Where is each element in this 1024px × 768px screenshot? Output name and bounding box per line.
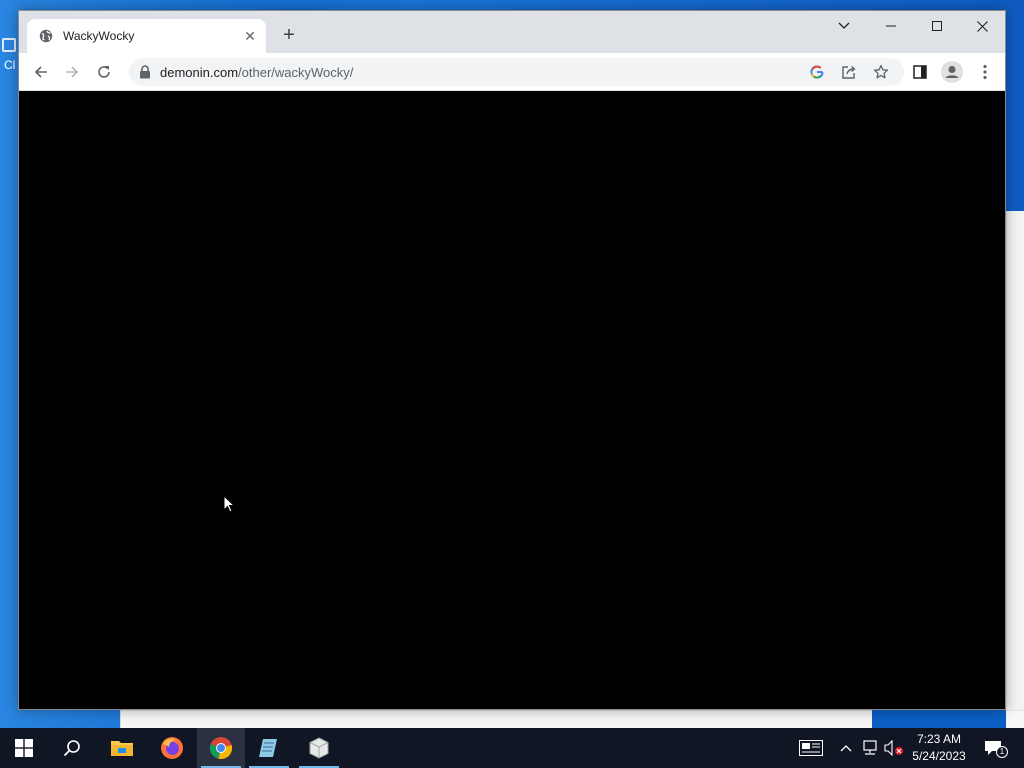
- reload-icon: [98, 66, 110, 78]
- start-icon: [15, 739, 33, 757]
- browser-titlebar[interactable]: WackyWocky ✕ +: [19, 11, 1005, 53]
- taskbar-firefox[interactable]: [148, 728, 196, 768]
- profile-icon: [941, 61, 963, 83]
- tab-close-icon[interactable]: ✕: [242, 28, 258, 44]
- network-icon: [863, 740, 877, 755]
- volume-muted-icon: [884, 740, 903, 756]
- taskbar: 7:23 AM 5/24/2023 1: [0, 728, 1024, 768]
- clock-time: 7:23 AM: [916, 732, 962, 746]
- file-explorer-icon: [111, 741, 133, 756]
- background-window-scrollbar[interactable]: [1006, 211, 1024, 728]
- side-panel-button[interactable]: [908, 60, 932, 84]
- close-icon: [976, 20, 988, 32]
- minimize-button[interactable]: [868, 11, 914, 41]
- url-path: /other/wackyWocky/: [238, 65, 354, 80]
- volume-tray-button[interactable]: [884, 738, 904, 758]
- desktop-shortcut-icon: [2, 38, 16, 52]
- taskbar-search-button[interactable]: [48, 728, 96, 768]
- profile-button[interactable]: [940, 60, 964, 84]
- show-hidden-icons-button[interactable]: [836, 738, 856, 758]
- new-tab-button[interactable]: +: [277, 24, 301, 48]
- globe-icon: [39, 29, 53, 43]
- menu-kebab-icon: [983, 64, 987, 80]
- forward-button[interactable]: [60, 60, 84, 84]
- lock-icon[interactable]: [139, 65, 151, 79]
- taskbar-package-app[interactable]: [295, 728, 343, 768]
- taskbar-notepad[interactable]: [245, 728, 293, 768]
- google-icon[interactable]: [807, 62, 827, 82]
- start-button[interactable]: [0, 728, 48, 768]
- minimize-icon: [886, 25, 896, 27]
- close-window-button[interactable]: [959, 11, 1005, 41]
- clock-date: 5/24/2023: [912, 749, 966, 763]
- reload-button[interactable]: [92, 60, 116, 84]
- chevron-down-icon: [838, 22, 850, 29]
- firefox-icon: [161, 737, 183, 759]
- network-tray-button[interactable]: [860, 738, 880, 758]
- package-icon: [309, 737, 329, 759]
- chevron-up-icon: [840, 745, 852, 752]
- url-host: demonin.com: [160, 65, 239, 80]
- browser-window[interactable]: WackyWocky ✕ + demonin.com/other/wackyWo…: [18, 10, 1006, 710]
- page-content-canvas[interactable]: [19, 91, 1005, 709]
- maximize-button[interactable]: [914, 11, 960, 41]
- forward-arrow-icon: [66, 66, 79, 78]
- chrome-icon: [209, 737, 233, 760]
- desktop-corner: [872, 710, 1006, 728]
- address-bar[interactable]: demonin.com/other/wackyWocky/: [129, 58, 904, 86]
- url-text[interactable]: demonin.com/other/wackyWocky/: [160, 65, 353, 80]
- tab-wackywocky[interactable]: WackyWocky ✕: [27, 19, 266, 53]
- share-icon[interactable]: [839, 62, 859, 82]
- side-panel-icon: [913, 65, 927, 79]
- maximize-icon: [932, 21, 942, 31]
- taskbar-file-explorer[interactable]: [98, 728, 146, 768]
- notepad-icon: [259, 739, 277, 757]
- desktop-icon-partial[interactable]: Cl: [0, 38, 18, 78]
- taskbar-clock[interactable]: 7:23 AM 5/24/2023: [906, 731, 972, 765]
- bookmark-star-icon[interactable]: [871, 62, 891, 82]
- back-button[interactable]: [29, 60, 53, 84]
- desktop-icon-label: Cl: [4, 58, 16, 72]
- mouse-cursor-icon: [223, 495, 235, 513]
- search-icon: [63, 740, 80, 757]
- taskbar-chrome[interactable]: [197, 728, 245, 768]
- browser-toolbar: demonin.com/other/wackyWocky/: [19, 53, 1005, 91]
- tab-search-button[interactable]: [821, 11, 867, 41]
- tab-title: WackyWocky: [63, 29, 135, 43]
- news-widget-button[interactable]: [798, 738, 824, 758]
- menu-button[interactable]: [973, 60, 997, 84]
- news-icon: [799, 740, 823, 756]
- back-arrow-icon: [34, 66, 47, 78]
- notification-count-badge: 1: [996, 746, 1008, 758]
